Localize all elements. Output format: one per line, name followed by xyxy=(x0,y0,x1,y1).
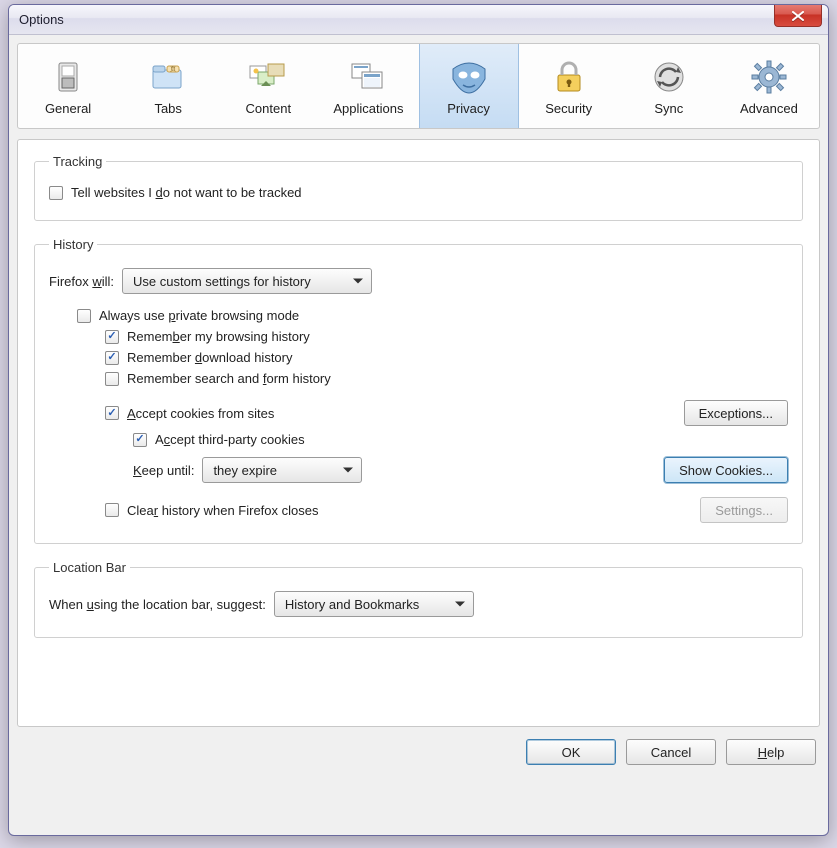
clear-on-close-label: Clear history when Firefox closes xyxy=(127,503,319,518)
remember-download-checkbox[interactable] xyxy=(105,351,119,365)
gear-icon xyxy=(749,57,789,97)
clear-settings-button: Settings... xyxy=(700,497,788,523)
clear-on-close-checkbox[interactable] xyxy=(105,503,119,517)
close-button[interactable] xyxy=(774,5,822,27)
exceptions-button[interactable]: Exceptions... xyxy=(684,400,788,426)
tab-label: Applications xyxy=(333,101,403,116)
mask-icon xyxy=(449,57,489,97)
tracking-legend: Tracking xyxy=(49,154,106,169)
sync-icon xyxy=(649,57,689,97)
dialog-footer: OK Cancel Help xyxy=(17,739,820,765)
always-private-checkbox[interactable] xyxy=(77,309,91,323)
category-tabs: General 页 Tabs Content Applications xyxy=(17,43,820,129)
accept-third-party-checkbox[interactable] xyxy=(133,433,147,447)
tab-privacy[interactable]: Privacy xyxy=(419,44,519,128)
tab-sync[interactable]: Sync xyxy=(619,44,719,128)
tell-websites-label: Tell websites I do not want to be tracke… xyxy=(71,185,302,200)
folder-tabs-icon: 页 xyxy=(148,57,188,97)
tab-tabs[interactable]: 页 Tabs xyxy=(118,44,218,128)
tab-label: Security xyxy=(545,101,592,116)
options-window: Options General 页 Tabs Co xyxy=(8,4,829,836)
lock-icon xyxy=(549,57,589,97)
tell-websites-checkbox[interactable] xyxy=(49,186,63,200)
show-cookies-button[interactable]: Show Cookies... xyxy=(664,457,788,483)
close-icon xyxy=(792,11,804,21)
remember-download-label: Remember download history xyxy=(127,350,292,365)
tab-security[interactable]: Security xyxy=(519,44,619,128)
tab-label: Tabs xyxy=(154,101,181,116)
tab-general[interactable]: General xyxy=(18,44,118,128)
accept-cookies-label: Accept cookies from sites xyxy=(127,406,274,421)
tab-advanced[interactable]: Advanced xyxy=(719,44,819,128)
privacy-panel: Tracking Tell websites I do not want to … xyxy=(17,139,820,727)
tab-label: Privacy xyxy=(447,101,490,116)
remember-form-checkbox[interactable] xyxy=(105,372,119,386)
remember-form-label: Remember search and form history xyxy=(127,371,331,386)
tab-label: General xyxy=(45,101,91,116)
ok-button[interactable]: OK xyxy=(526,739,616,765)
locationbar-legend: Location Bar xyxy=(49,560,130,575)
cancel-button[interactable]: Cancel xyxy=(626,739,716,765)
locationbar-group: Location Bar When using the location bar… xyxy=(34,560,803,638)
help-button[interactable]: Help xyxy=(726,739,816,765)
titlebar[interactable]: Options xyxy=(9,5,828,35)
content-icon xyxy=(248,57,288,97)
history-legend: History xyxy=(49,237,97,252)
remember-browsing-label: Remember my browsing history xyxy=(127,329,310,344)
tab-applications[interactable]: Applications xyxy=(318,44,418,128)
tracking-group: Tracking Tell websites I do not want to … xyxy=(34,154,803,221)
applications-icon xyxy=(348,57,388,97)
history-group: History Firefox will: Use custom setting… xyxy=(34,237,803,544)
switch-icon xyxy=(48,57,88,97)
always-private-label: Always use private browsing mode xyxy=(99,308,299,323)
locationbar-suggest-label: When using the location bar, suggest: xyxy=(49,597,266,612)
remember-browsing-checkbox[interactable] xyxy=(105,330,119,344)
tab-label: Content xyxy=(246,101,292,116)
history-mode-dropdown[interactable]: Use custom settings for history xyxy=(122,268,372,294)
tab-content[interactable]: Content xyxy=(218,44,318,128)
svg-text:页: 页 xyxy=(170,66,176,73)
keep-until-dropdown[interactable]: they expire xyxy=(202,457,362,483)
tab-label: Sync xyxy=(654,101,683,116)
accept-cookies-checkbox[interactable] xyxy=(105,406,119,420)
locationbar-suggest-dropdown[interactable]: History and Bookmarks xyxy=(274,591,474,617)
accept-third-party-label: Accept third-party cookies xyxy=(155,432,305,447)
tab-label: Advanced xyxy=(740,101,798,116)
firefox-will-label: Firefox will: xyxy=(49,274,114,289)
keep-until-label: Keep until: xyxy=(133,463,194,478)
window-title: Options xyxy=(19,12,64,27)
